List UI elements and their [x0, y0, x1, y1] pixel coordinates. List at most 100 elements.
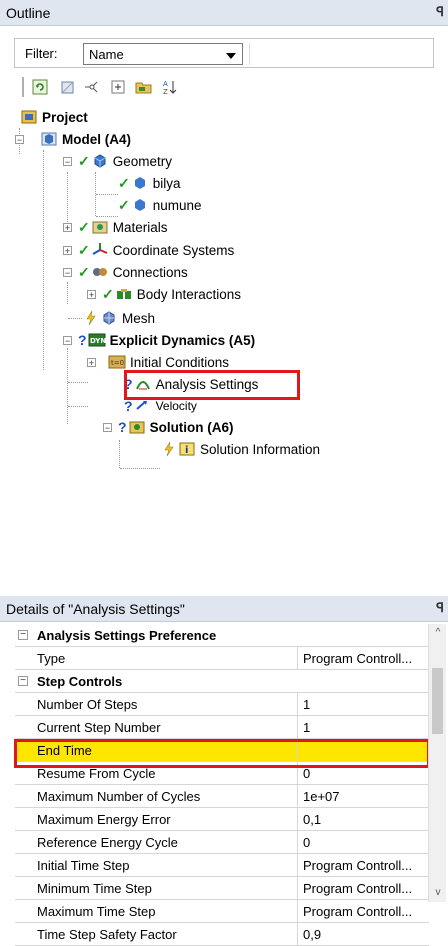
property-row[interactable]: Type Program Controll... [15, 647, 429, 670]
tree-node-solution-information[interactable]: i Solution Information [160, 438, 320, 460]
expand-icon[interactable]: + [63, 223, 72, 233]
body-icon [131, 175, 149, 191]
collapse-icon[interactable]: − [63, 268, 72, 278]
property-name: Reference Energy Cycle [37, 835, 178, 850]
expand-icon[interactable]: + [63, 246, 72, 256]
pin-icon[interactable]: ꟼ [436, 4, 444, 20]
property-name: Maximum Energy Error [37, 812, 171, 827]
pin-icon[interactable]: ꟼ [436, 600, 444, 616]
scroll-thumb[interactable] [432, 668, 443, 734]
property-row[interactable]: Maximum Number of Cycles 1e+07 [15, 785, 429, 808]
tree-node-geometry[interactable]: ✓ Geometry [78, 150, 172, 172]
explicit-dynamics-icon: DYN [88, 332, 106, 348]
svg-text:t=0: t=0 [111, 359, 124, 367]
collapse-icon[interactable]: − [15, 135, 24, 145]
geometry-icon [91, 153, 109, 169]
expand-all-icon[interactable] [108, 77, 128, 97]
filter-dropdown[interactable]: Name [83, 43, 243, 65]
details-scrollbar[interactable]: ^ v [428, 624, 446, 902]
svg-text:i: i [185, 445, 188, 456]
tree-node-materials[interactable]: ✓ Materials [78, 216, 168, 238]
property-row[interactable]: Initial Time Step Program Controll... [15, 854, 429, 877]
property-value[interactable]: 0,9 [303, 927, 427, 942]
checkmark-icon: ✓ [118, 174, 130, 191]
property-row[interactable]: Time Step Safety Factor 0,9 [15, 923, 429, 946]
refresh-icon[interactable] [30, 77, 50, 97]
details-header: Details of "Analysis Settings" ꟼ [0, 596, 448, 622]
property-name: Maximum Number of Cycles [37, 789, 201, 804]
checkmark-icon: ✓ [78, 241, 90, 258]
filter-box: Filter: Name [14, 38, 434, 68]
connect-icon[interactable] [82, 77, 102, 97]
property-value[interactable]: 1e+07 [303, 789, 427, 804]
property-group-row[interactable]: − Step Controls [15, 670, 429, 693]
property-value[interactable]: 1 [303, 720, 427, 735]
question-mark-icon: ? [78, 332, 87, 348]
tree-node-velocity[interactable]: ? Velocity [124, 395, 197, 417]
tree-node-explicit-dynamics[interactable]: ? DYN Explicit Dynamics (A5) [78, 329, 255, 351]
sort-az-icon[interactable]: AZ [160, 77, 180, 97]
property-value[interactable]: 0,1 [303, 812, 427, 827]
column-divider [297, 785, 298, 807]
property-value[interactable]: Program Controll... [303, 904, 427, 919]
filter-text-field[interactable] [249, 43, 435, 65]
scroll-down-icon[interactable]: v [433, 888, 443, 898]
checkmark-icon: ✓ [78, 263, 90, 280]
highlight-box [14, 739, 430, 768]
project-icon [20, 109, 38, 125]
tree-node-model[interactable]: Model (A4) [40, 128, 131, 150]
toolbar-grip [22, 77, 24, 97]
property-row[interactable]: Minimum Time Step Program Controll... [15, 877, 429, 900]
collapse-icon[interactable]: − [63, 157, 72, 167]
collapse-icon[interactable]: − [18, 676, 28, 686]
tree-node-connections[interactable]: ✓ Connections [78, 261, 188, 283]
svg-text:DYN: DYN [90, 337, 106, 345]
tree-node-coordinate-systems[interactable]: ✓ Coordinate Systems [78, 239, 234, 261]
property-value[interactable]: Program Controll... [303, 651, 427, 666]
property-row[interactable]: Maximum Energy Error 0,1 [15, 808, 429, 831]
expand-icon[interactable]: + [87, 358, 96, 368]
column-divider [297, 716, 298, 738]
suppress-icon[interactable] [58, 77, 78, 97]
materials-icon [91, 219, 109, 235]
chevron-down-icon [226, 53, 236, 59]
checkmark-icon: ✓ [78, 218, 90, 235]
property-value[interactable]: Program Controll... [303, 858, 427, 873]
collapse-icon[interactable]: − [18, 630, 28, 640]
property-value[interactable]: 0 [303, 835, 427, 850]
outline-tree: Project − Model (A4) − ✓ Geometry ✓ bily… [0, 100, 448, 520]
tree-node-body-interactions[interactable]: ✓ Body Interactions [102, 283, 241, 305]
tree-node-solution[interactable]: ? Solution (A6) [118, 416, 234, 438]
property-name: Time Step Safety Factor [37, 927, 177, 942]
expand-icon[interactable]: + [87, 290, 96, 300]
folder-icon[interactable] [134, 77, 154, 97]
tree-node-bilya[interactable]: ✓ bilya [118, 172, 181, 194]
property-name: Analysis Settings Preference [37, 628, 217, 643]
outline-header: Outline ꟼ [0, 0, 448, 26]
filter-bar: Filter: Name [0, 38, 448, 68]
mesh-icon [100, 310, 118, 326]
property-value[interactable]: Program Controll... [303, 881, 427, 896]
checkmark-icon: ✓ [102, 285, 114, 302]
tree-node-numune[interactable]: ✓ numune [118, 194, 202, 216]
property-row[interactable]: Maximum Time Step Program Controll... [15, 900, 429, 923]
tree-node-project[interactable]: Project [20, 106, 88, 128]
lightning-icon [82, 310, 100, 326]
lightning-icon [160, 441, 178, 457]
property-row[interactable]: Reference Energy Cycle 0 [15, 831, 429, 854]
outline-title: Outline [6, 5, 51, 21]
property-value[interactable]: 0 [303, 766, 427, 781]
scroll-up-icon[interactable]: ^ [433, 628, 443, 638]
collapse-icon[interactable]: − [103, 423, 112, 433]
property-group-row[interactable]: − Analysis Settings Preference [15, 624, 429, 647]
column-divider [297, 693, 298, 715]
property-row[interactable]: Current Step Number 1 [15, 716, 429, 739]
collapse-icon[interactable]: − [63, 336, 72, 346]
property-name: Number Of Steps [37, 697, 138, 712]
tree-node-mesh[interactable]: Mesh [82, 307, 155, 329]
column-divider [297, 647, 298, 669]
property-row[interactable]: Number Of Steps 1 [15, 693, 429, 716]
filter-dropdown-value: Name [89, 47, 124, 62]
svg-text:Z: Z [163, 88, 168, 95]
property-value[interactable]: 1 [303, 697, 427, 712]
